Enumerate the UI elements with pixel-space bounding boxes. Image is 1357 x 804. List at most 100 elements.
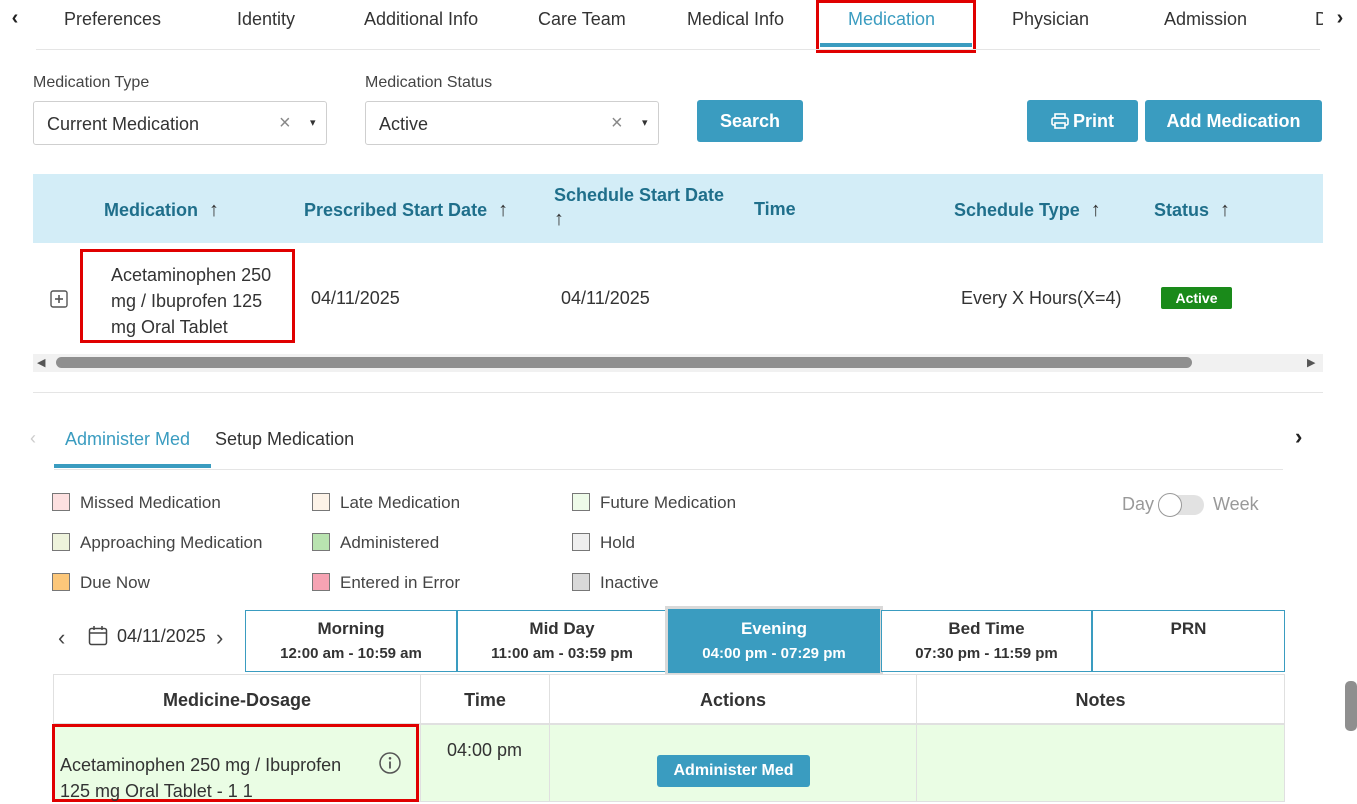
- legend-swatch: [312, 573, 330, 591]
- header-label: Medication: [104, 200, 199, 220]
- legend-label: Future Medication: [600, 493, 737, 512]
- slot-range: 12:00 am - 10:59 am: [280, 645, 422, 662]
- divider: [33, 392, 1323, 393]
- slot-range: 07:30 pm - 11:59 pm: [915, 645, 1058, 662]
- chevron-left-icon[interactable]: ‹: [58, 625, 65, 651]
- toggle-knob: [1158, 493, 1182, 517]
- legend-swatch: [312, 533, 330, 551]
- legend-label: Approaching Medication: [80, 533, 263, 552]
- divider: [36, 49, 1320, 50]
- legend-swatch: [52, 573, 70, 591]
- chevron-left-icon[interactable]: ‹: [3, 6, 27, 30]
- scroll-left-icon[interactable]: ◀: [37, 356, 45, 369]
- divider: [54, 469, 1283, 470]
- medication-status-select[interactable]: Active × ▾: [365, 101, 659, 145]
- chevron-down-icon[interactable]: ▾: [310, 116, 316, 129]
- tab-preferences[interactable]: Preferences: [64, 8, 161, 32]
- legend-label: Hold: [600, 533, 635, 552]
- slot-range: 11:00 am - 03:59 pm: [491, 645, 633, 662]
- scrollbar-thumb[interactable]: [56, 357, 1192, 368]
- clear-icon[interactable]: ×: [611, 112, 623, 135]
- chevron-down-icon[interactable]: ▾: [642, 116, 648, 129]
- scheduled-time: 04:00 pm: [447, 740, 523, 760]
- day-week-toggle[interactable]: [1158, 493, 1204, 517]
- chevron-left-icon[interactable]: ‹: [30, 428, 36, 449]
- tab-admission[interactable]: Admission: [1164, 8, 1247, 32]
- sort-up-icon[interactable]: ↑: [498, 199, 508, 221]
- clear-icon[interactable]: ×: [279, 112, 291, 135]
- slot-bed-time[interactable]: Bed Time 07:30 pm - 11:59 pm: [881, 610, 1092, 672]
- tab-physician[interactable]: Physician: [1012, 8, 1089, 32]
- legend-label: Administered: [340, 533, 440, 552]
- legend-swatch: [572, 573, 590, 591]
- medication-name-line: Acetaminophen 250: [111, 265, 272, 285]
- printer-icon: [1051, 113, 1069, 129]
- sort-up-icon[interactable]: ↑: [209, 199, 219, 221]
- medicine-line: Acetaminophen 250 mg / Ibuprofen: [60, 755, 342, 775]
- slot-prn[interactable]: PRN: [1092, 610, 1285, 672]
- column-header-medication[interactable]: Medication ↑: [104, 199, 219, 222]
- slot-mid-day[interactable]: Mid Day 11:00 am - 03:59 pm: [457, 610, 667, 672]
- header-label: Schedule Type: [954, 200, 1080, 220]
- calendar-icon[interactable]: [88, 625, 108, 652]
- legend-swatch: [52, 493, 70, 511]
- slot-morning[interactable]: Morning 12:00 am - 10:59 am: [245, 610, 457, 672]
- medication-name-line: mg / Ibuprofen 125: [111, 291, 263, 311]
- chevron-right-icon[interactable]: ›: [1295, 424, 1302, 450]
- grid-header-notes: Notes: [916, 674, 1285, 724]
- chevron-right-icon[interactable]: ›: [216, 625, 223, 651]
- active-subtab-indicator: [54, 464, 211, 468]
- slot-name: Evening: [740, 619, 808, 638]
- slot-name: Morning: [317, 619, 385, 638]
- slot-name: PRN: [1170, 619, 1207, 638]
- legend-label: Entered in Error: [340, 573, 460, 592]
- medication-type-label: Medication Type: [33, 74, 150, 91]
- medication-type-value: Current Medication: [47, 114, 200, 134]
- expand-row-icon[interactable]: [50, 290, 68, 313]
- prescribed-start-cell: 04/11/2025: [311, 288, 400, 308]
- scroll-right-icon[interactable]: ▶: [1307, 356, 1315, 369]
- legend-label: Inactive: [600, 573, 659, 592]
- toggle-day-label: Day: [1122, 494, 1155, 514]
- medication-name-cell[interactable]: Acetaminophen 250 mg / Ibuprofen 125 mg …: [111, 262, 271, 340]
- header-label: Prescribed Start Date: [304, 200, 488, 220]
- subtab-setup-medication[interactable]: Setup Medication: [215, 429, 354, 450]
- grid-header-actions: Actions: [549, 674, 917, 724]
- schedule-date[interactable]: 04/11/2025: [117, 626, 206, 647]
- grid-header-time: Time: [420, 674, 550, 724]
- medication-name-line: mg Oral Tablet: [111, 317, 228, 337]
- column-header-schedule-type[interactable]: Schedule Type ↑: [954, 199, 1101, 222]
- slot-evening[interactable]: Evening 04:00 pm - 07:29 pm: [665, 606, 883, 676]
- schedule-start-cell: 04/11/2025: [561, 288, 650, 308]
- tab-additional-info[interactable]: Additional Info: [364, 8, 478, 32]
- sort-up-icon[interactable]: ↑: [1091, 199, 1101, 221]
- grid-cell-time: [420, 724, 550, 802]
- subtab-administer-med[interactable]: Administer Med: [65, 429, 190, 450]
- header-label: Schedule Start Date: [554, 185, 725, 205]
- legend-label: Late Medication: [340, 493, 461, 512]
- tab-identity[interactable]: Identity: [237, 8, 295, 32]
- slot-range: 04:00 pm - 07:29 pm: [702, 645, 846, 662]
- sort-up-icon[interactable]: ↑: [1220, 199, 1230, 221]
- sort-up-icon[interactable]: ↑: [554, 208, 724, 231]
- print-button[interactable]: Print: [1027, 100, 1138, 142]
- info-icon[interactable]: [378, 751, 402, 780]
- column-header-status[interactable]: Status ↑: [1154, 199, 1230, 222]
- administer-med-button[interactable]: Administer Med: [657, 755, 810, 787]
- legend-swatch: [312, 493, 330, 511]
- page-scrollbar-thumb[interactable]: [1345, 681, 1357, 731]
- tab-partial[interactable]: D: [1315, 8, 1323, 32]
- tab-medical-info[interactable]: Medical Info: [687, 8, 784, 32]
- add-medication-button[interactable]: Add Medication: [1145, 100, 1322, 142]
- slot-name: Mid Day: [529, 619, 595, 638]
- toggle-week-label: Week: [1213, 494, 1259, 514]
- column-header-schedule-start-date[interactable]: Schedule Start Date ↑: [554, 185, 724, 231]
- search-button[interactable]: Search: [697, 100, 803, 142]
- column-header-prescribed-start-date[interactable]: Prescribed Start Date ↑: [304, 199, 508, 222]
- tab-care-team[interactable]: Care Team: [538, 8, 626, 32]
- chevron-right-icon[interactable]: ›: [1328, 6, 1352, 30]
- grid-header-medicine-dosage: Medicine-Dosage: [53, 674, 421, 724]
- header-label: Status: [1154, 200, 1210, 220]
- legend-swatch: [572, 493, 590, 511]
- medication-type-select[interactable]: Current Medication × ▾: [33, 101, 327, 145]
